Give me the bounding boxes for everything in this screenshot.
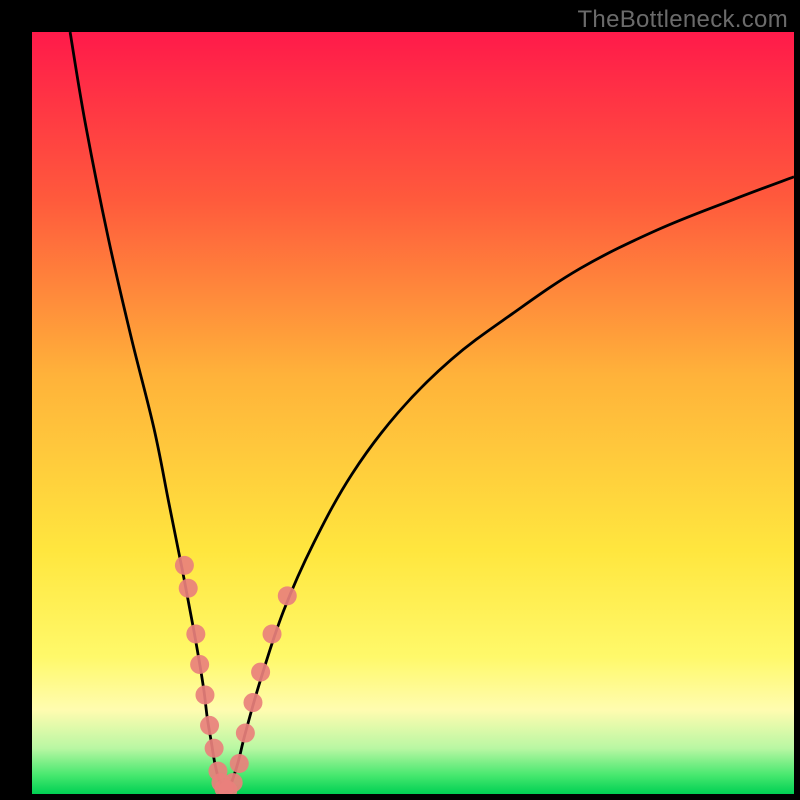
scatter-point [243, 693, 262, 712]
scatter-point [224, 773, 243, 792]
attribution-watermark: TheBottleneck.com [577, 6, 788, 34]
scatter-point [230, 754, 249, 773]
bottleneck-curve [32, 32, 794, 794]
scatter-point [278, 586, 297, 605]
scatter-point [263, 624, 282, 643]
scatter-point [190, 655, 209, 674]
curve-right-branch [226, 177, 794, 794]
scatter-point [195, 685, 214, 704]
plot-area [32, 32, 794, 794]
scatter-point [200, 716, 219, 735]
scatter-point [186, 624, 205, 643]
scatter-point [251, 663, 270, 682]
scatter-point [205, 739, 224, 758]
scatter-points [175, 556, 297, 794]
scatter-point [236, 724, 255, 743]
scatter-point [175, 556, 194, 575]
scatter-point [179, 579, 198, 598]
chart-container: TheBottleneck.com [0, 0, 800, 800]
curve-left-branch [70, 32, 226, 794]
